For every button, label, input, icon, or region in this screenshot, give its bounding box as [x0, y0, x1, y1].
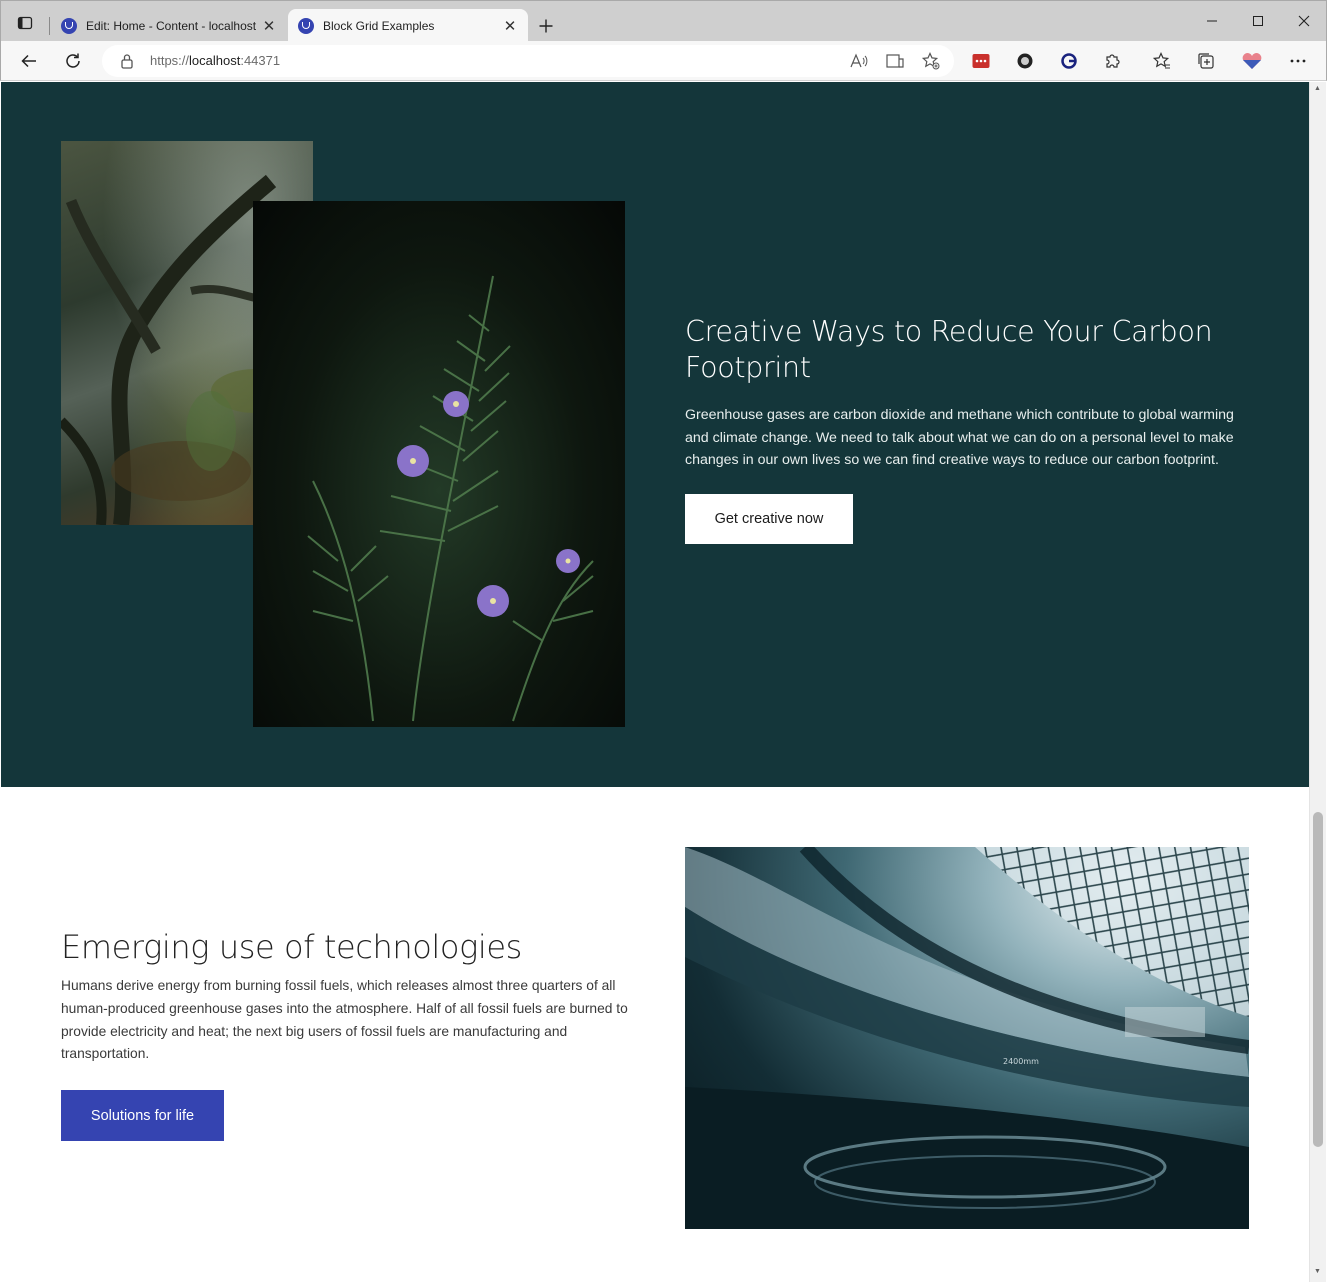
url-port: :44371 — [240, 53, 281, 68]
tab-label: Block Grid Examples — [323, 18, 435, 33]
tab-actions-icon[interactable] — [10, 9, 40, 37]
url-host: localhost — [189, 53, 241, 68]
new-tab-icon[interactable] — [534, 14, 558, 38]
page-scrollbar[interactable]: ▲ ▼ — [1309, 82, 1326, 1282]
browser-toolbar: https://localhost:44371 — [0, 41, 1327, 81]
profile-avatar-icon[interactable] — [1237, 46, 1267, 76]
scroll-thumb[interactable] — [1313, 812, 1323, 1147]
tab-separator — [49, 17, 50, 35]
scroll-up-icon[interactable]: ▲ — [1314, 85, 1321, 92]
more-menu-icon[interactable] — [1283, 46, 1313, 76]
extensions-puzzle-icon[interactable] — [1098, 46, 1128, 76]
scroll-down-icon[interactable]: ▼ — [1314, 1268, 1321, 1275]
maximize-icon[interactable] — [1235, 7, 1281, 35]
fern-flowers-image — [253, 201, 625, 727]
page-viewport: Creative Ways to Reduce Your Carbon Foot… — [1, 82, 1309, 1282]
minimize-icon[interactable] — [1189, 7, 1235, 35]
technologies-section: Emerging use of technologies Humans deri… — [1, 787, 1309, 1282]
browser-tab-bar: Edit: Home - Content - localhost ✕ Block… — [0, 0, 1327, 42]
umbraco-favicon-icon — [298, 17, 314, 34]
technologies-body: Humans derive energy from burning fossil… — [61, 978, 628, 1062]
get-creative-now-button[interactable]: Get creative now — [685, 494, 853, 544]
architecture-atrium-image: 2400mm — [685, 847, 1249, 1229]
read-aloud-icon[interactable] — [848, 50, 870, 72]
tab-block-grid-examples[interactable]: Block Grid Examples ✕ — [288, 9, 528, 42]
technologies-title: Emerging use of technologies — [61, 928, 522, 966]
hero-text-block: Creative Ways to Reduce Your Carbon Foot… — [685, 314, 1245, 472]
extension-g-icon[interactable] — [1054, 46, 1084, 76]
tab-edit-home[interactable]: Edit: Home - Content - localhost ✕ — [51, 9, 287, 42]
url-scheme: https:// — [150, 53, 190, 68]
hero-body: Greenhouse gases are carbon dioxide and … — [685, 407, 1234, 469]
close-window-icon[interactable] — [1281, 7, 1327, 35]
close-tab-icon[interactable]: ✕ — [500, 16, 520, 36]
image-sign-text: 2400mm — [1003, 1057, 1039, 1066]
solutions-for-life-button[interactable]: Solutions for life — [61, 1090, 224, 1141]
hero-section: Creative Ways to Reduce Your Carbon Foot… — [1, 82, 1309, 787]
favorites-icon[interactable] — [1147, 46, 1177, 76]
lastpass-extension-icon[interactable] — [966, 46, 996, 76]
technologies-text-block: Emerging use of technologies Humans deri… — [61, 927, 631, 1066]
refresh-icon[interactable] — [58, 46, 88, 76]
immersive-reader-icon[interactable] — [884, 50, 906, 72]
hero-title: Creative Ways to Reduce Your Carbon Foot… — [685, 315, 1213, 384]
extension-circle-icon[interactable] — [1010, 46, 1040, 76]
umbraco-favicon-icon — [61, 17, 77, 34]
close-tab-icon[interactable]: ✕ — [259, 16, 279, 36]
add-favorite-icon[interactable] — [920, 50, 942, 72]
back-icon[interactable] — [14, 46, 44, 76]
address-bar[interactable]: https://localhost:44371 — [102, 45, 954, 77]
url-text[interactable]: https://localhost:44371 — [150, 53, 280, 68]
lock-icon[interactable] — [120, 53, 134, 74]
tab-label: Edit: Home - Content - localhost — [86, 18, 257, 33]
collections-icon[interactable] — [1191, 46, 1221, 76]
